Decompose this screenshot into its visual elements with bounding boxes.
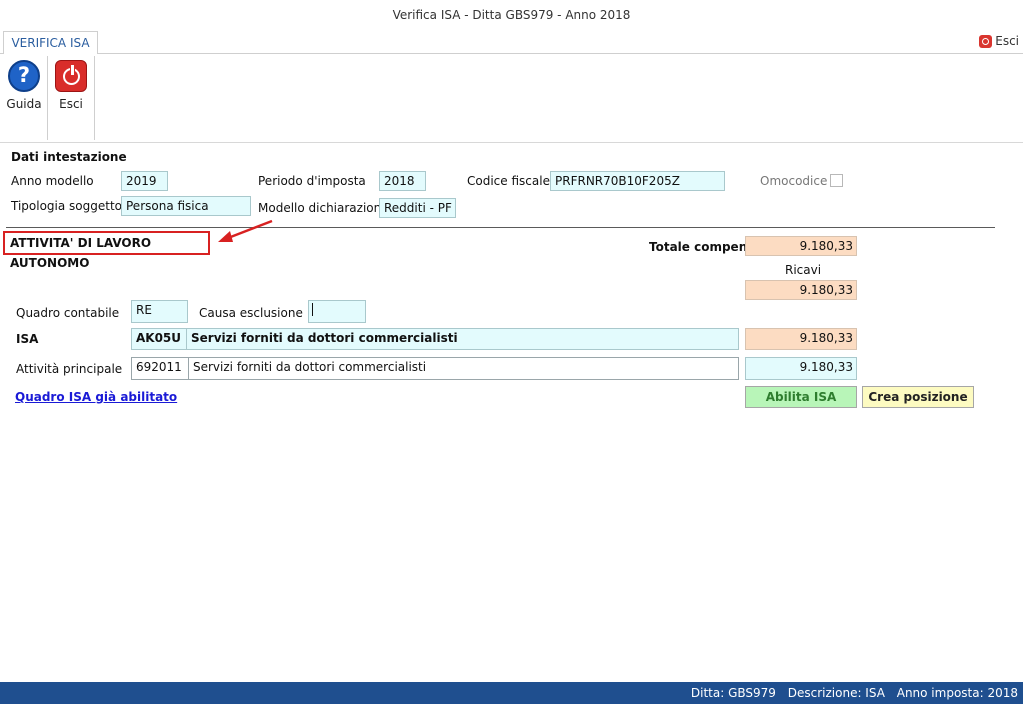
ribbon-separator [94, 56, 95, 140]
omocodice-checkbox[interactable] [830, 174, 843, 187]
tab-verifica-isa[interactable]: VERIFICA ISA [3, 31, 98, 55]
quadro-isa-link[interactable]: Quadro ISA già abilitato [15, 390, 177, 404]
codice-fiscale-label: Codice fiscale [467, 174, 550, 188]
anno-modello-label: Anno modello [11, 174, 94, 188]
section-title-attivita: ATTIVITA' DI LAVORO AUTONOMO [3, 231, 210, 270]
omocodice-label: Omocodice [760, 174, 828, 188]
guida-label: Guida [6, 97, 42, 111]
attivita-principale-label: Attività principale [16, 362, 123, 376]
attivita-value-field: 9.180,33 [745, 357, 857, 380]
quadro-contabile-field[interactable]: RE [131, 300, 188, 323]
status-descrizione: Descrizione: ISA [787, 686, 885, 700]
causa-esclusione-label: Causa esclusione [199, 306, 303, 320]
periodo-imposta-field[interactable]: 2018 [379, 171, 426, 191]
isa-label: ISA [16, 332, 39, 346]
section-divider [6, 227, 995, 228]
abilita-isa-button[interactable]: Abilita ISA [745, 386, 857, 408]
status-anno: Anno imposta: 2018 [896, 686, 1018, 700]
isa-value-field: 9.180,33 [745, 328, 857, 350]
esci-top-label: Esci [995, 34, 1019, 48]
totale-compensi-label: Totale compensi [649, 240, 759, 254]
tipologia-soggetto-label: Tipologia soggetto [11, 199, 123, 213]
red-arrow-annotation [218, 219, 273, 242]
tipologia-soggetto-field[interactable]: Persona fisica [121, 196, 251, 216]
modello-dichiarazione-field[interactable]: Redditi - PF [379, 198, 456, 218]
attivita-code-field[interactable]: 692011 [131, 357, 189, 380]
ricavi-label: Ricavi [785, 263, 822, 277]
periodo-imposta-label: Periodo d'imposta [258, 174, 366, 188]
attivita-description-field: Servizi forniti da dottori commercialist… [188, 357, 739, 380]
esci-top-button[interactable]: Esci [979, 34, 1019, 48]
esci-button[interactable]: Esci [51, 60, 91, 111]
power-icon [979, 34, 993, 48]
help-icon: ? [8, 60, 40, 92]
isa-code-field[interactable]: AK05U [131, 328, 189, 350]
esci-label: Esci [59, 97, 83, 111]
tab-strip: VERIFICA ISA Esci [0, 31, 1023, 55]
modello-dichiarazione-label: Modello dichiarazione [258, 201, 389, 215]
window-title: Verifica ISA - Ditta GBS979 - Anno 2018 [0, 0, 1023, 31]
text-caret [312, 303, 313, 316]
crea-posizione-button[interactable]: Crea posizione [862, 386, 974, 408]
isa-description-field: Servizi forniti da dottori commercialist… [186, 328, 739, 350]
status-bar: Ditta: GBS979 Descrizione: ISA Anno impo… [0, 682, 1023, 704]
guida-button[interactable]: ? Guida [4, 60, 44, 111]
power-icon [55, 60, 87, 92]
totale-compensi-field: 9.180,33 [745, 236, 857, 256]
section-title-dati-intestazione: Dati intestazione [11, 150, 127, 164]
anno-modello-field[interactable]: 2019 [121, 171, 168, 191]
ribbon: ? Guida Esci [0, 54, 1023, 143]
causa-esclusione-field[interactable] [308, 300, 366, 323]
codice-fiscale-field[interactable]: PRFRNR70B10F205Z [550, 171, 725, 191]
status-ditta: Ditta: GBS979 [690, 686, 776, 700]
ricavi-field: 9.180,33 [745, 280, 857, 300]
ribbon-separator [47, 56, 48, 140]
quadro-contabile-label: Quadro contabile [16, 306, 120, 320]
